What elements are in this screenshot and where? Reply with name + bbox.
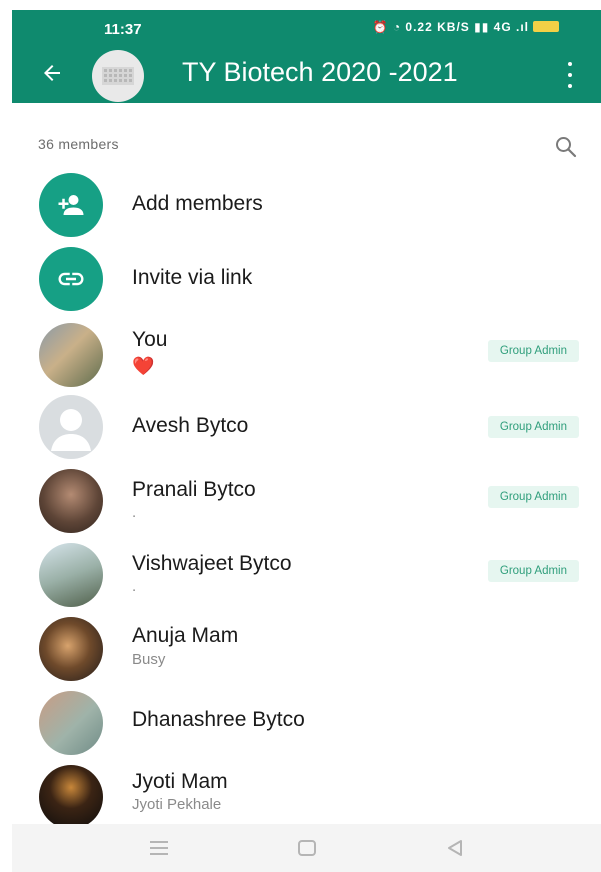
group-admin-badge: Group Admin — [487, 340, 579, 362]
member-status: Jyoti Pekhale — [132, 796, 222, 813]
status-time: 11:37 — [104, 21, 142, 38]
member-row[interactable]: Vishwajeet Bytco . Group Admin — [12, 540, 601, 610]
add-members-row[interactable]: Add members — [12, 170, 601, 240]
add-member-circle — [39, 173, 103, 237]
link-icon — [58, 272, 84, 286]
kebab-dot — [568, 73, 572, 77]
back-nav-button[interactable] — [441, 834, 469, 862]
member-status: . — [132, 504, 137, 521]
member-name: Pranali Bytco — [132, 478, 256, 501]
member-row[interactable]: Dhanashree Bytco — [12, 688, 601, 758]
group-avatar[interactable] — [92, 50, 144, 102]
back-triangle-icon — [447, 840, 462, 856]
status-icons-text: ⏰ ◔ 0.22 KB/S ▮▮ 4G .ıl — [372, 20, 529, 34]
group-photo-icon — [102, 67, 134, 85]
member-name: Anuja Mam — [132, 624, 239, 647]
member-name: Avesh Bytco — [132, 414, 249, 437]
back-arrow-icon — [44, 65, 60, 81]
avatar — [39, 691, 103, 755]
home-square-icon — [297, 840, 316, 856]
add-members-label: Add members — [132, 192, 263, 215]
battery-icon — [533, 21, 559, 32]
member-name: Jyoti Mam — [132, 770, 228, 793]
member-row[interactable]: Jyoti Mam Jyoti Pekhale — [12, 762, 601, 832]
member-count: 36 members — [38, 136, 119, 152]
more-options-button[interactable] — [563, 62, 577, 88]
invite-link-circle — [39, 247, 103, 311]
menu-nav-button[interactable] — [145, 834, 173, 862]
kebab-dot — [568, 62, 572, 66]
menu-icon — [149, 841, 168, 855]
add-person-icon — [58, 195, 84, 215]
default-avatar-icon — [51, 409, 91, 451]
member-status: Busy — [132, 651, 166, 668]
system-nav-bar — [12, 824, 601, 872]
group-admin-badge: Group Admin — [487, 486, 579, 508]
home-nav-button[interactable] — [293, 834, 321, 862]
group-title[interactable]: TY Biotech 2020 -2021 — [182, 57, 458, 88]
avatar — [39, 395, 103, 459]
avatar — [39, 323, 103, 387]
member-status: . — [132, 578, 137, 595]
member-status: ❤️ — [132, 356, 155, 376]
avatar — [39, 765, 103, 829]
member-row[interactable]: You ❤️ Group Admin — [12, 320, 601, 390]
screen: 11:37 ⏰ ◔ 0.22 KB/S ▮▮ 4G .ıl TY Biotech… — [12, 10, 601, 872]
avatar — [39, 543, 103, 607]
member-name: You — [132, 328, 168, 351]
search-members-button[interactable] — [551, 132, 581, 162]
kebab-dot — [568, 84, 572, 88]
group-admin-badge: Group Admin — [487, 560, 579, 582]
avatar — [39, 469, 103, 533]
member-row[interactable]: Anuja Mam Busy — [12, 614, 601, 684]
search-icon — [556, 137, 577, 158]
member-row[interactable]: Pranali Bytco . Group Admin — [12, 466, 601, 536]
member-row[interactable]: Avesh Bytco Group Admin — [12, 392, 601, 462]
app-header: 11:37 ⏰ ◔ 0.22 KB/S ▮▮ 4G .ıl TY Biotech… — [12, 10, 601, 103]
invite-link-row[interactable]: Invite via link — [12, 244, 601, 314]
member-name: Vishwajeet Bytco — [132, 552, 292, 575]
member-name: Dhanashree Bytco — [132, 708, 305, 731]
invite-link-label: Invite via link — [132, 266, 253, 289]
back-button[interactable] — [38, 59, 66, 87]
group-admin-badge: Group Admin — [487, 416, 579, 438]
avatar — [39, 617, 103, 681]
status-icons: ⏰ ◔ 0.22 KB/S ▮▮ 4G .ıl — [373, 20, 559, 34]
